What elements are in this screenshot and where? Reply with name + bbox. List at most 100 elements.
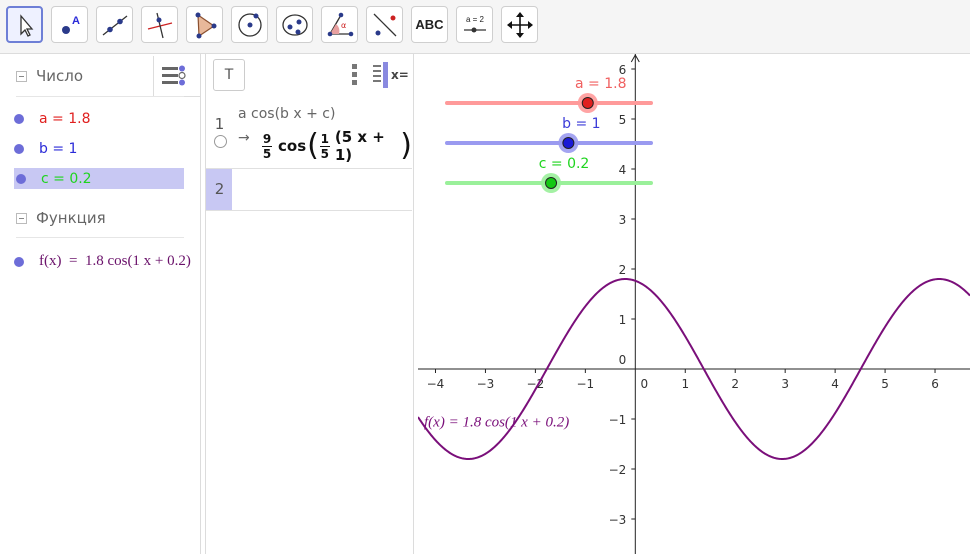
function-group-label: Функция xyxy=(36,209,106,227)
cas-output: 9 5 cos ( 1 5 (5 x + 1) ) xyxy=(262,126,412,166)
visibility-toggle-icon[interactable] xyxy=(14,143,24,154)
divider xyxy=(16,237,184,238)
graphics-view[interactable]: −4 −3 −2 −1 0 1 2 3 4 5 6 −3 −2 −1 1 2 3 4 5 6 0 f(x) = 1.8 c… xyxy=(418,54,970,554)
slider-knob[interactable] xyxy=(545,177,558,189)
text-tool-label: ABC xyxy=(415,17,444,32)
y-tick-label: 4 xyxy=(619,163,627,177)
function-label: f(x) = 1.8 cos(1 x + 0.2) xyxy=(424,415,569,431)
x-tick-label: 6 xyxy=(931,377,939,391)
x-tick-label: 1 xyxy=(681,377,689,391)
algebra-view: Число a = 1.8 b = 1 c = 0.2 Функция f(x)… xyxy=(0,54,201,554)
x-tick-label: −3 xyxy=(477,377,495,391)
collapse-icon[interactable] xyxy=(16,70,27,82)
cas-input-text[interactable]: a cos(b x + c) xyxy=(238,106,335,122)
algebra-item-text: a = 1.8 xyxy=(39,110,91,127)
line-through-points-icon xyxy=(102,14,127,36)
slider-knob[interactable] xyxy=(562,137,575,149)
angle-tool-button[interactable]: α xyxy=(321,6,358,43)
slider-label: c = 0.2 xyxy=(539,156,590,172)
y-tick-label: 1 xyxy=(619,313,627,327)
vertical-dots-icon xyxy=(352,64,357,85)
cas-more-menu-icon[interactable] xyxy=(352,62,358,88)
toolbar: A α ABC a = 2 xyxy=(0,0,970,54)
algebra-item-c[interactable]: c = 0.2 xyxy=(14,168,184,189)
polygon-tool-button[interactable] xyxy=(186,6,223,43)
y-tick-label: 0 xyxy=(619,353,627,367)
move-graphics-view-tool-button[interactable] xyxy=(501,6,538,43)
y-tick-label: −1 xyxy=(609,413,627,427)
open-paren: ( xyxy=(307,127,319,163)
x-tick-label: −4 xyxy=(427,377,445,391)
algebra-input-toggle-button[interactable]: x= xyxy=(373,62,411,88)
cas-row-1[interactable]: 1 a cos(b x + c) → 9 5 cos ( 1 5 (5 x + … xyxy=(206,98,412,169)
polygon-icon xyxy=(195,12,216,38)
point-icon: A xyxy=(61,15,80,34)
function-group-header[interactable]: Функция xyxy=(16,209,106,227)
reflect-tool-button[interactable] xyxy=(366,6,403,43)
graphics-canvas[interactable]: −4 −3 −2 −1 0 1 2 3 4 5 6−3−2−11234560f(x) = 1.8 c… xyxy=(418,54,970,554)
row-number: 1 xyxy=(214,115,225,133)
numerator: 1 xyxy=(320,131,330,146)
y-tick-label: 3 xyxy=(619,213,627,227)
algebra-settings-icon xyxy=(162,65,186,86)
numerator: 9 xyxy=(262,131,272,146)
perpendicular-line-tool-button[interactable] xyxy=(141,6,178,43)
text-tool-button[interactable]: ABC xyxy=(411,6,448,43)
angle-icon: α xyxy=(327,12,353,36)
list-lines-icon xyxy=(373,62,388,88)
svg-text:A: A xyxy=(72,15,80,27)
fraction: 9 5 xyxy=(262,132,272,161)
cas-row-2[interactable]: 2 xyxy=(206,169,412,211)
denominator: 5 xyxy=(320,146,330,161)
y-tick-label: −3 xyxy=(609,513,627,527)
text-style-button[interactable]: T xyxy=(213,59,245,91)
perpendicular-line-icon xyxy=(147,12,172,38)
y-tick-label: 2 xyxy=(619,263,627,277)
slider-knob[interactable] xyxy=(581,97,594,109)
ellipse-tool-button[interactable] xyxy=(276,6,313,43)
row-number: 2 xyxy=(214,180,225,198)
visibility-toggle-icon[interactable] xyxy=(16,173,26,184)
algebra-item-text: c = 0.2 xyxy=(41,170,92,187)
ellipse-icon xyxy=(281,13,308,36)
close-paren: ) xyxy=(400,127,412,163)
x-tick-label: 2 xyxy=(731,377,739,391)
x-tick-label: 3 xyxy=(781,377,789,391)
svg-text:α: α xyxy=(341,21,346,30)
row-select-radio[interactable] xyxy=(214,135,227,148)
cas-view: T x= 1 a cos(b x + c) → 9 5 cos ( 1 5 (5… xyxy=(205,54,414,554)
slider-icon: a = 2 xyxy=(463,15,486,32)
algebra-item-text: b = 1 xyxy=(39,140,78,157)
svg-text:a = 2: a = 2 xyxy=(465,15,484,24)
algebra-menu-button[interactable] xyxy=(153,56,200,97)
y-tick-label: −2 xyxy=(609,463,627,477)
reflect-about-line-icon xyxy=(373,13,396,36)
algebra-function-text: f(x) = 1.8 cos(1 x + 0.2) xyxy=(39,253,191,269)
slider-tool-button[interactable]: a = 2 xyxy=(456,6,493,43)
visibility-toggle-icon[interactable] xyxy=(14,113,24,124)
x-tick-label: 0 xyxy=(640,377,648,391)
collapse-icon[interactable] xyxy=(16,212,27,224)
cas-input-field[interactable] xyxy=(236,175,406,203)
cursor-arrow-icon xyxy=(19,13,33,37)
move-tool-button[interactable] xyxy=(6,6,43,43)
circle-tool-button[interactable] xyxy=(231,6,268,43)
x-tick-label: 4 xyxy=(831,377,839,391)
cas-arrow: → xyxy=(238,130,250,146)
text-style-label: T xyxy=(224,67,234,83)
visibility-toggle-icon[interactable] xyxy=(14,256,24,267)
algebra-item-b[interactable]: b = 1 xyxy=(14,138,77,159)
divider xyxy=(16,96,184,97)
point-tool-button[interactable]: A xyxy=(51,6,88,43)
algebra-item-a[interactable]: a = 1.8 xyxy=(14,108,90,129)
fraction: 1 5 xyxy=(319,131,330,161)
algebra-item-f[interactable]: f(x) = 1.8 cos(1 x + 0.2) xyxy=(14,251,200,272)
move-arrows-icon xyxy=(506,11,533,38)
slider-label: b = 1 xyxy=(562,116,600,132)
number-group-label: Число xyxy=(36,67,84,85)
number-group-header[interactable]: Число xyxy=(16,67,83,85)
circle-center-point-icon xyxy=(237,12,262,37)
y-tick-label: 5 xyxy=(619,113,627,127)
denominator: 5 xyxy=(262,146,272,161)
line-tool-button[interactable] xyxy=(96,6,133,43)
